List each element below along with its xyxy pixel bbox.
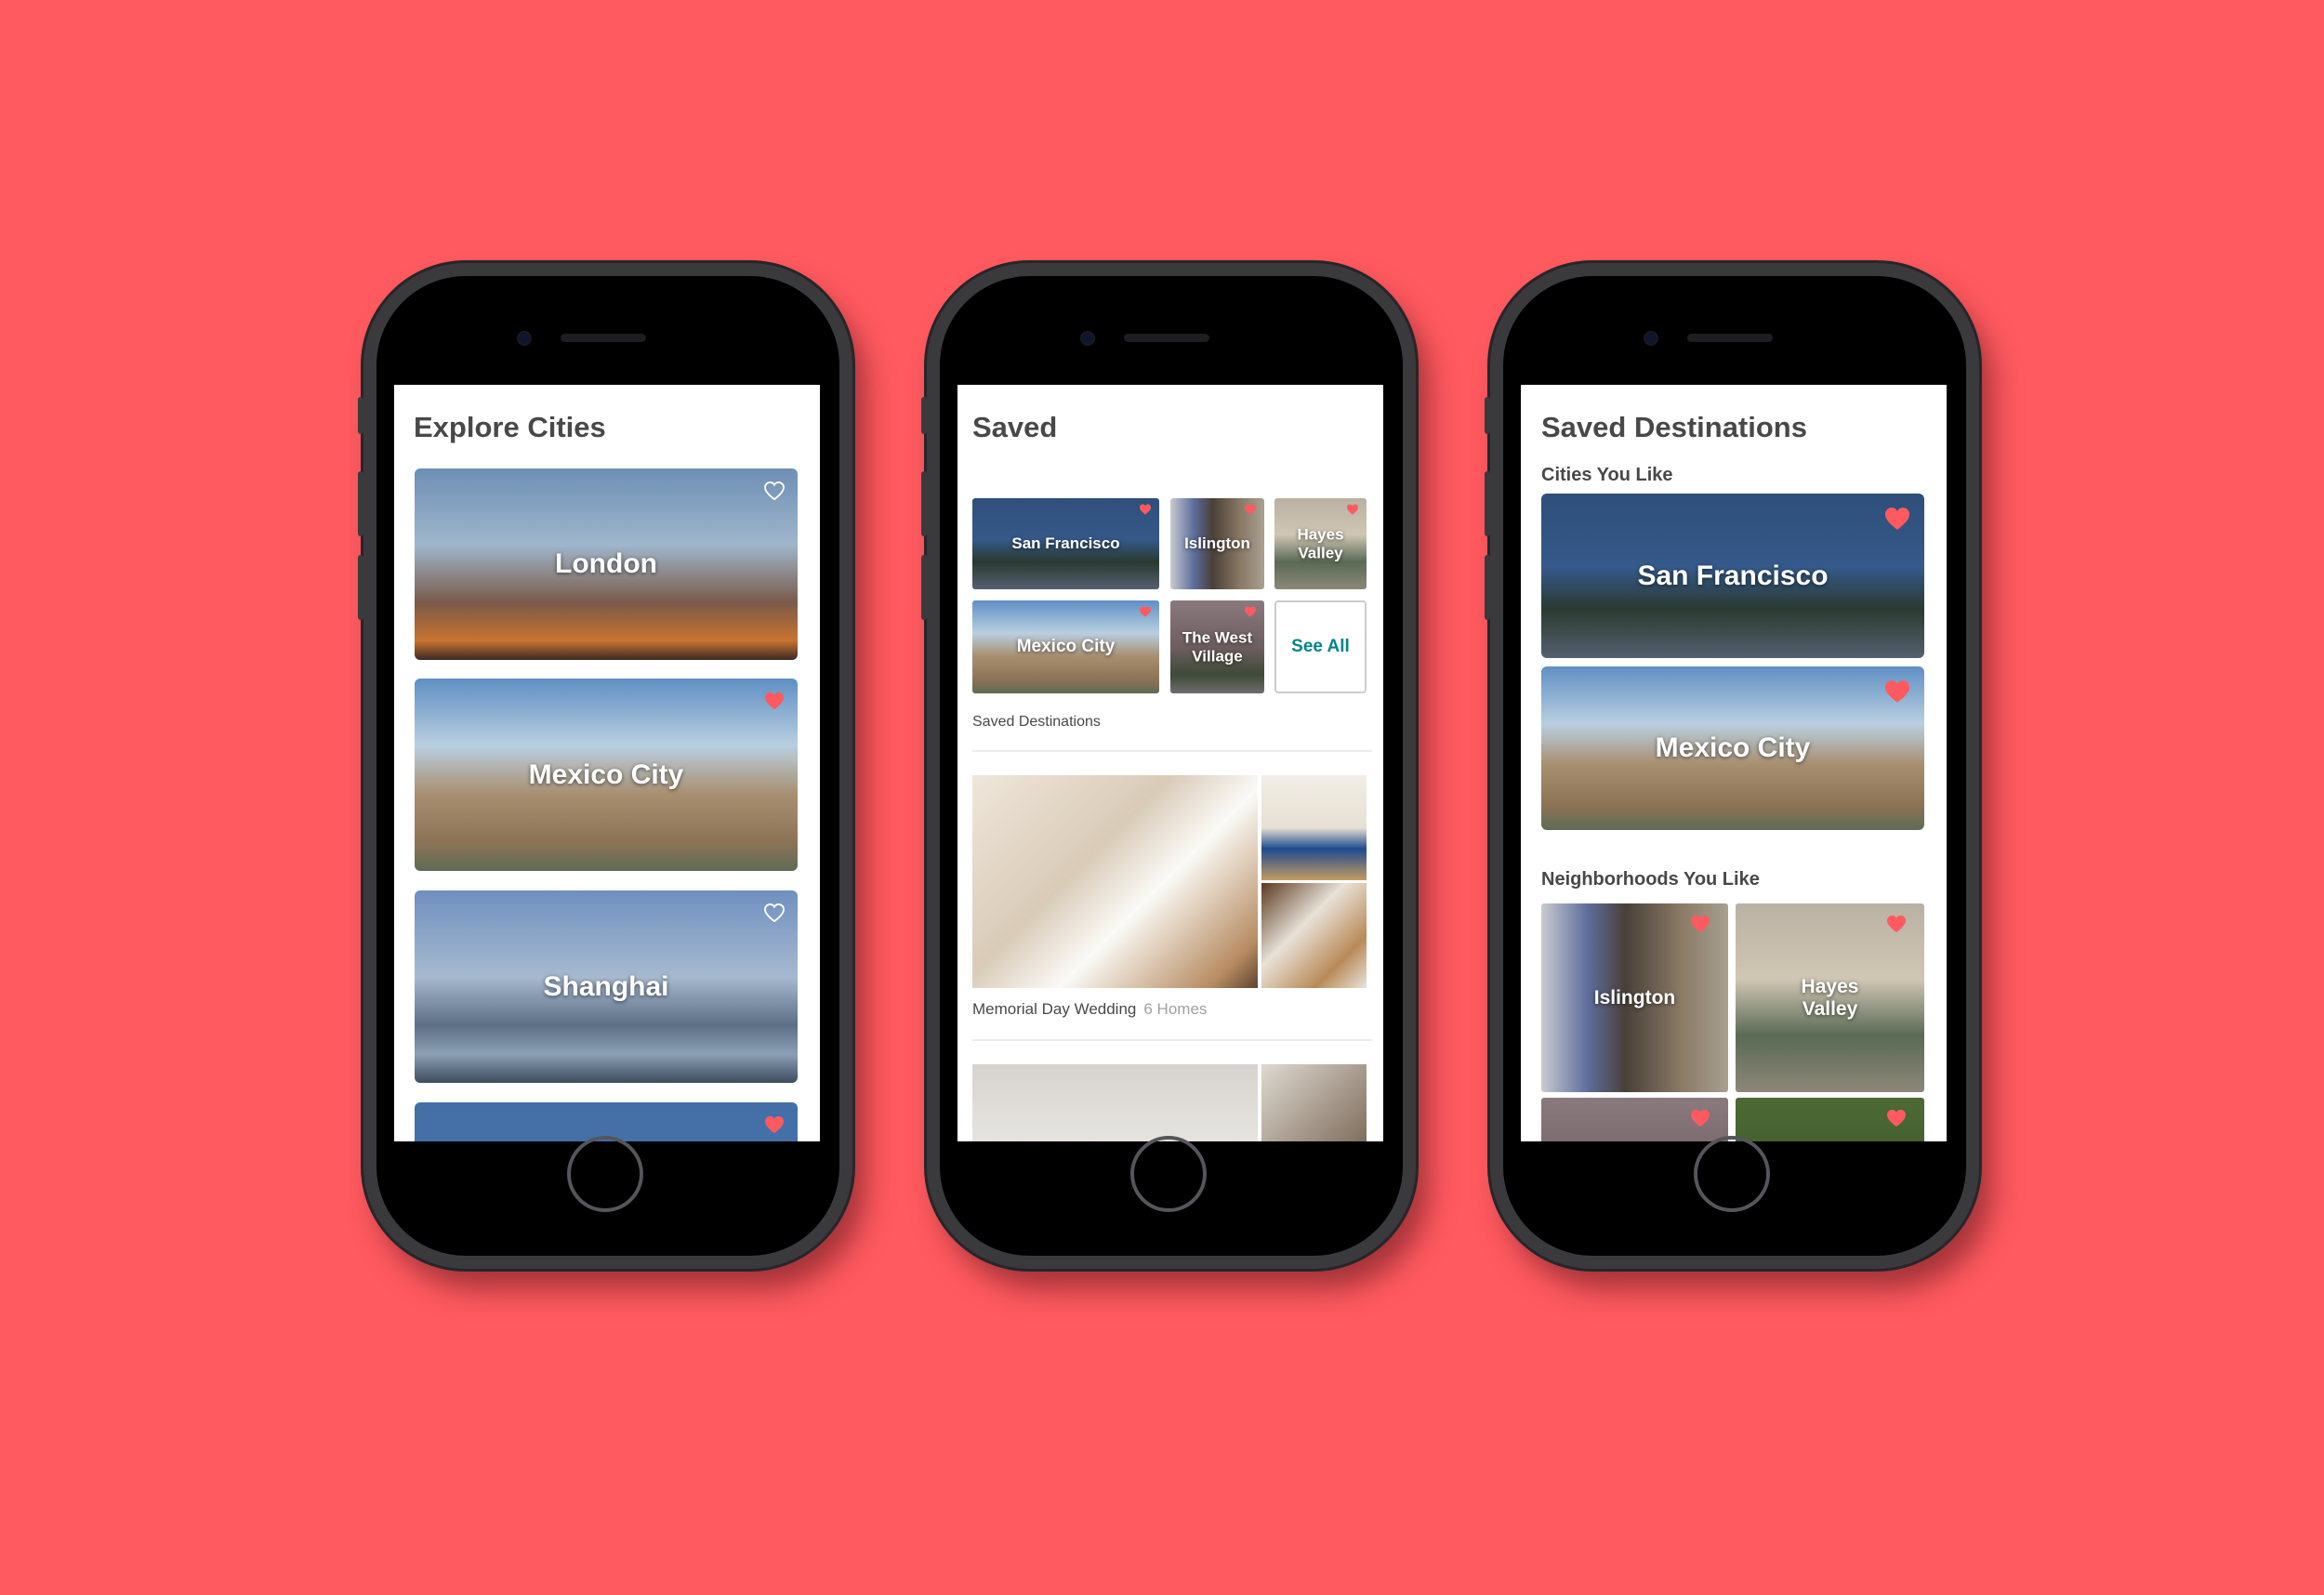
wishlist-name: Memorial Day Wedding <box>972 1000 1137 1018</box>
page-title: Explore Cities <box>414 411 606 443</box>
city-card-mexico-city[interactable]: Mexico City <box>1541 666 1924 830</box>
neighborhood-tile-hayes-valley[interactable]: Hayes Valley <box>1736 903 1924 1092</box>
volume-down-button <box>358 555 363 620</box>
destination-tile-islington[interactable]: Islington <box>1170 498 1264 589</box>
home-button[interactable] <box>567 1136 643 1212</box>
phone-saved: Saved San Francisco Islington Hayes Vall… <box>921 263 1416 1269</box>
heart-filled-icon[interactable] <box>1244 504 1257 515</box>
city-card-mexico-city[interactable]: Mexico City <box>415 679 798 871</box>
see-all-button[interactable]: See All <box>1274 600 1367 693</box>
heart-filled-icon[interactable] <box>1885 915 1908 933</box>
city-name: London <box>555 547 657 579</box>
home-button[interactable] <box>1694 1136 1770 1212</box>
city-card-london[interactable]: London <box>415 468 798 660</box>
heart-filled-icon[interactable] <box>1689 1109 1711 1127</box>
destination-name: Mexico City <box>1016 637 1116 657</box>
city-name: San Francisco <box>1637 560 1829 591</box>
heart-filled-icon[interactable] <box>1139 606 1152 617</box>
city-name: Shanghai <box>543 970 669 1002</box>
heart-filled-icon[interactable] <box>1689 915 1711 933</box>
phone-saved-destinations: Saved Destinations Cities You Like San F… <box>1485 263 1979 1269</box>
wishlist-main-photo[interactable] <box>972 775 1258 988</box>
front-camera <box>517 331 532 346</box>
neighborhood-tile[interactable] <box>1541 1098 1728 1141</box>
heart-filled-icon[interactable] <box>764 1115 785 1134</box>
mute-switch <box>358 397 363 434</box>
destination-name: San Francisco <box>1011 534 1120 553</box>
destination-name: Islington <box>1184 534 1250 553</box>
wishlist-photo[interactable] <box>1261 883 1367 988</box>
speaker-grille <box>1687 334 1773 342</box>
wishlist-photo[interactable] <box>1261 775 1367 880</box>
neighborhoods-section-label: Neighborhoods You Like <box>1541 869 1760 890</box>
phone-explore-cities: Explore Cities London Mexico City Shangh… <box>358 263 852 1269</box>
heart-filled-icon[interactable] <box>1885 1109 1908 1127</box>
heart-filled-icon[interactable] <box>1244 606 1257 617</box>
section-label: Saved Destinations <box>972 714 1101 730</box>
heart-filled-icon[interactable] <box>1139 504 1152 515</box>
volume-up-button <box>358 471 363 536</box>
destination-tile-san-francisco[interactable]: San Francisco <box>972 498 1159 589</box>
neighborhood-tile[interactable] <box>1736 1098 1924 1141</box>
neighborhood-name: Islington <box>1593 986 1676 1008</box>
heart-outline-icon[interactable] <box>764 481 785 500</box>
screen: Saved Destinations Cities You Like San F… <box>1521 385 1947 1141</box>
heart-filled-icon[interactable] <box>1883 507 1911 531</box>
wishlist-photo[interactable] <box>1261 1064 1367 1141</box>
city-name: Mexico City <box>528 758 684 790</box>
cities-section-label: Cities You Like <box>1541 465 1673 485</box>
destination-name: Hayes Valley <box>1297 525 1344 561</box>
wishlist-caption: Memorial Day Wedding 6 Homes <box>972 1000 1207 1019</box>
heart-filled-icon[interactable] <box>1346 504 1359 515</box>
speaker-grille <box>561 334 646 342</box>
divider <box>972 1039 1372 1041</box>
screen: Saved San Francisco Islington Hayes Vall… <box>957 385 1383 1141</box>
page-title: Saved Destinations <box>1541 411 1807 443</box>
heart-filled-icon[interactable] <box>1883 679 1911 704</box>
volume-up-button <box>921 471 927 536</box>
divider <box>972 750 1372 752</box>
city-card-san-francisco[interactable]: San Francisco <box>1541 494 1924 658</box>
wishlist-count: 6 Homes <box>1143 1000 1208 1018</box>
home-button[interactable] <box>1130 1136 1207 1212</box>
heart-filled-icon[interactable] <box>764 692 785 710</box>
city-name: Mexico City <box>1655 732 1811 763</box>
speaker-grille <box>1124 334 1209 342</box>
volume-down-button <box>1485 555 1490 620</box>
front-camera <box>1080 331 1095 346</box>
destination-tile-hayes-valley[interactable]: Hayes Valley <box>1274 498 1367 589</box>
mute-switch <box>1485 397 1490 434</box>
city-card-shanghai[interactable]: Shanghai <box>415 890 798 1083</box>
front-camera <box>1644 331 1658 346</box>
screen: Explore Cities London Mexico City Shangh… <box>394 385 820 1141</box>
volume-up-button <box>1485 471 1490 536</box>
neighborhood-tile-islington[interactable]: Islington <box>1541 903 1728 1092</box>
destination-tile-mexico-city[interactable]: Mexico City <box>972 600 1159 693</box>
wishlist-main-photo[interactable] <box>972 1064 1258 1141</box>
heart-outline-icon[interactable] <box>764 903 785 922</box>
destination-tile-the-west-village[interactable]: The West Village <box>1170 600 1264 693</box>
volume-down-button <box>921 555 927 620</box>
neighborhood-name: Hayes Valley <box>1801 975 1859 1020</box>
destination-name: The West Village <box>1182 628 1253 665</box>
mute-switch <box>921 397 927 434</box>
page-title: Saved <box>972 411 1058 443</box>
